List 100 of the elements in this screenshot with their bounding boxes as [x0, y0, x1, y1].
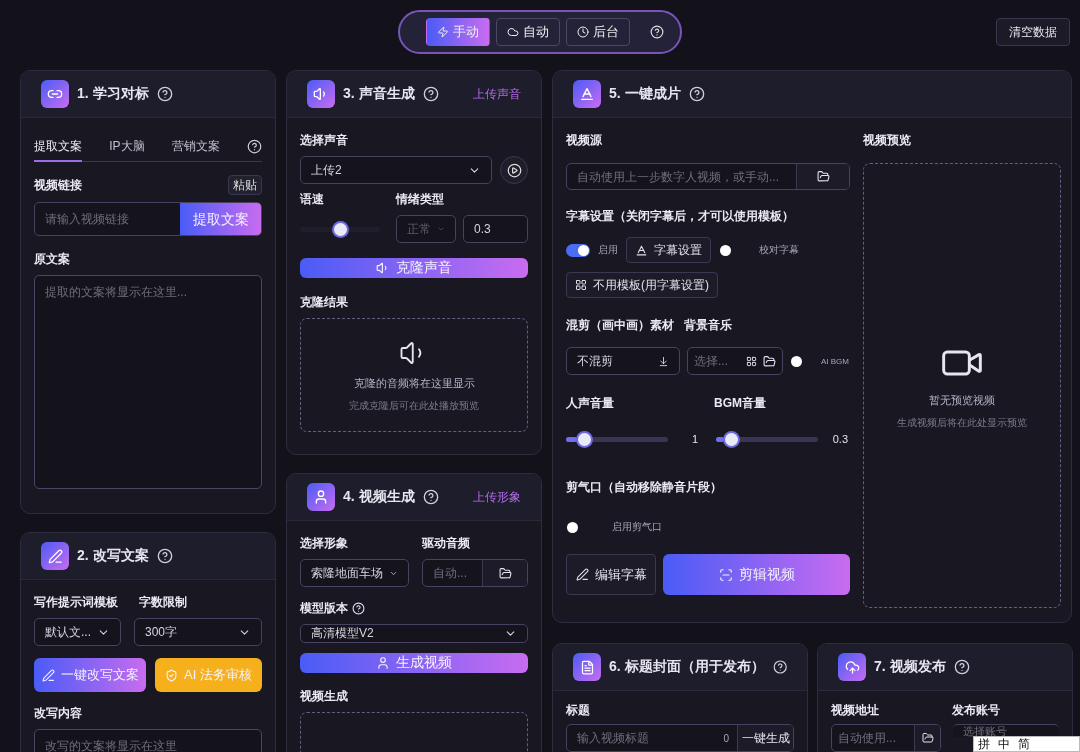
video-source-group[interactable]: 自动使用上一步数字人视频，或手动...: [566, 163, 850, 190]
help-icon[interactable]: [422, 86, 439, 102]
field-label: 视频源: [566, 132, 603, 149]
field-label: 标题: [566, 702, 591, 719]
card-title: 7. 视频发布: [874, 658, 946, 676]
field-label: 发布账号: [952, 702, 1000, 719]
edit-subtitle-button[interactable]: 编辑字幕: [566, 554, 656, 595]
template-select[interactable]: 默认文...: [34, 618, 121, 646]
clear-data-button[interactable]: 清空数据: [996, 18, 1070, 46]
field-label: 驱动音频: [422, 535, 470, 552]
mode-tab[interactable]: 手动: [426, 18, 490, 46]
help-icon[interactable]: [156, 86, 173, 102]
cut-video-button[interactable]: 剪辑视频: [663, 554, 850, 595]
help-icon[interactable]: [688, 86, 705, 102]
empty-text: 暂无预览视频: [929, 393, 995, 408]
field-label: 视频生成: [300, 688, 349, 705]
generate-video-button[interactable]: 生成视频: [300, 653, 528, 673]
help-icon[interactable]: [650, 25, 664, 39]
link-icon: [41, 80, 69, 108]
bgm-input[interactable]: 选择...: [688, 348, 740, 374]
folder-icon[interactable]: [763, 354, 776, 368]
mix-select[interactable]: 不混剪: [566, 347, 680, 375]
link-input-group[interactable]: 请输入视频链接 提取文案: [34, 202, 262, 236]
link-input[interactable]: 请输入视频链接: [35, 203, 180, 235]
help-icon[interactable]: [156, 548, 173, 564]
slider-thumb[interactable]: [724, 432, 738, 446]
folder-button[interactable]: [796, 164, 849, 189]
slider-thumb[interactable]: [333, 222, 347, 236]
help-icon[interactable]: [953, 659, 970, 675]
limit-select[interactable]: 300字: [134, 618, 262, 646]
strength-field[interactable]: 0.3: [463, 215, 528, 243]
address-input-group[interactable]: 自动使用...: [831, 724, 941, 752]
slider-value: 0.3: [831, 433, 848, 445]
paste-button[interactable]: 粘贴: [228, 175, 262, 195]
help-icon[interactable]: [352, 602, 365, 615]
speaker-icon: [307, 80, 335, 108]
tab[interactable]: 营销文案: [171, 132, 220, 162]
bgm-input-group[interactable]: 选择...: [687, 347, 783, 375]
grid-icon[interactable]: [746, 355, 757, 367]
template-button[interactable]: 不用模板(用字幕设置): [566, 272, 718, 298]
text-area[interactable]: 改写的文案将显示在这里: [34, 729, 262, 752]
text-area[interactable]: 提取的文案将显示在这里...: [34, 275, 262, 489]
upload-link[interactable]: 上传声音: [473, 85, 521, 103]
field-label: 情绪类型: [396, 191, 444, 208]
clone-button[interactable]: 克隆声音: [300, 258, 528, 278]
model-select[interactable]: 高清模型V2: [300, 624, 528, 643]
pen-icon: [575, 568, 589, 581]
folder-button[interactable]: [482, 560, 527, 586]
voice-select[interactable]: 上传2: [300, 156, 492, 184]
help-icon[interactable]: [772, 659, 787, 675]
person-icon: [376, 656, 390, 670]
play-icon: [506, 162, 522, 178]
mode-tab[interactable]: 后台: [566, 18, 630, 46]
text-style-icon: [635, 243, 648, 257]
field-label: 背景音乐: [684, 317, 732, 334]
grid-icon: [575, 279, 587, 291]
title-input-group[interactable]: 输入视频标题 0 一键生成: [566, 724, 794, 752]
upload-link[interactable]: 上传形象: [473, 488, 521, 506]
card-title: 4. 视频生成: [343, 488, 415, 506]
toggle-switch[interactable]: [566, 243, 590, 257]
generate-title-button[interactable]: 一键生成: [737, 725, 793, 751]
hint-text: 完成克隆后可在此处播放预览: [349, 398, 479, 413]
folder-icon: [498, 566, 512, 580]
video-source-input[interactable]: 自动使用上一步数字人视频，或手动...: [567, 164, 796, 189]
audio-input-group[interactable]: 自动...: [422, 559, 528, 587]
frame-icon: [718, 567, 733, 582]
field-label: 视频链接: [34, 176, 82, 194]
field-label: 克隆结果: [300, 294, 349, 311]
help-icon[interactable]: [247, 139, 262, 154]
input-method-item[interactable]: 简: [1018, 738, 1030, 750]
document-icon: [573, 653, 601, 681]
rewrite-button[interactable]: 一键改写文案: [34, 658, 146, 692]
field-label: 字幕设置（关闭字幕后，才可以使用模板）: [566, 208, 795, 225]
tab[interactable]: 提取文案: [34, 132, 82, 162]
field-label: 语速: [300, 191, 325, 208]
title-input[interactable]: 输入视频标题: [567, 725, 724, 751]
toggle-label: 启用: [598, 243, 618, 257]
input-method-item[interactable]: 拼: [978, 738, 990, 750]
cloud-upload-icon: [838, 653, 866, 681]
mode-tab[interactable]: 自动: [496, 18, 560, 46]
card-title: 3. 声音生成: [343, 85, 415, 103]
audio-input[interactable]: 自动...: [423, 560, 482, 586]
clock-icon: [577, 26, 589, 38]
extract-button[interactable]: 提取文案: [180, 203, 261, 235]
folder-button[interactable]: [914, 725, 940, 751]
empty-text: 克隆的音频将在这里显示: [353, 375, 475, 391]
person-icon: [307, 483, 335, 511]
slider-thumb[interactable]: [577, 432, 591, 446]
play-button[interactable]: [500, 156, 528, 184]
field-label: 选择声音: [300, 132, 349, 149]
tab[interactable]: IP大脑: [109, 132, 145, 162]
toggle-label: 校对字幕: [759, 243, 799, 257]
folder-icon: [921, 732, 934, 744]
avatar-select[interactable]: 索隆地面车场: [300, 559, 409, 587]
help-icon[interactable]: [422, 489, 439, 505]
pen-icon: [41, 542, 69, 570]
pen-icon: [41, 668, 55, 682]
address-input[interactable]: 自动使用...: [832, 725, 914, 751]
subtitle-settings-button[interactable]: 字幕设置: [626, 237, 711, 263]
input-method-item[interactable]: 中: [998, 738, 1010, 750]
